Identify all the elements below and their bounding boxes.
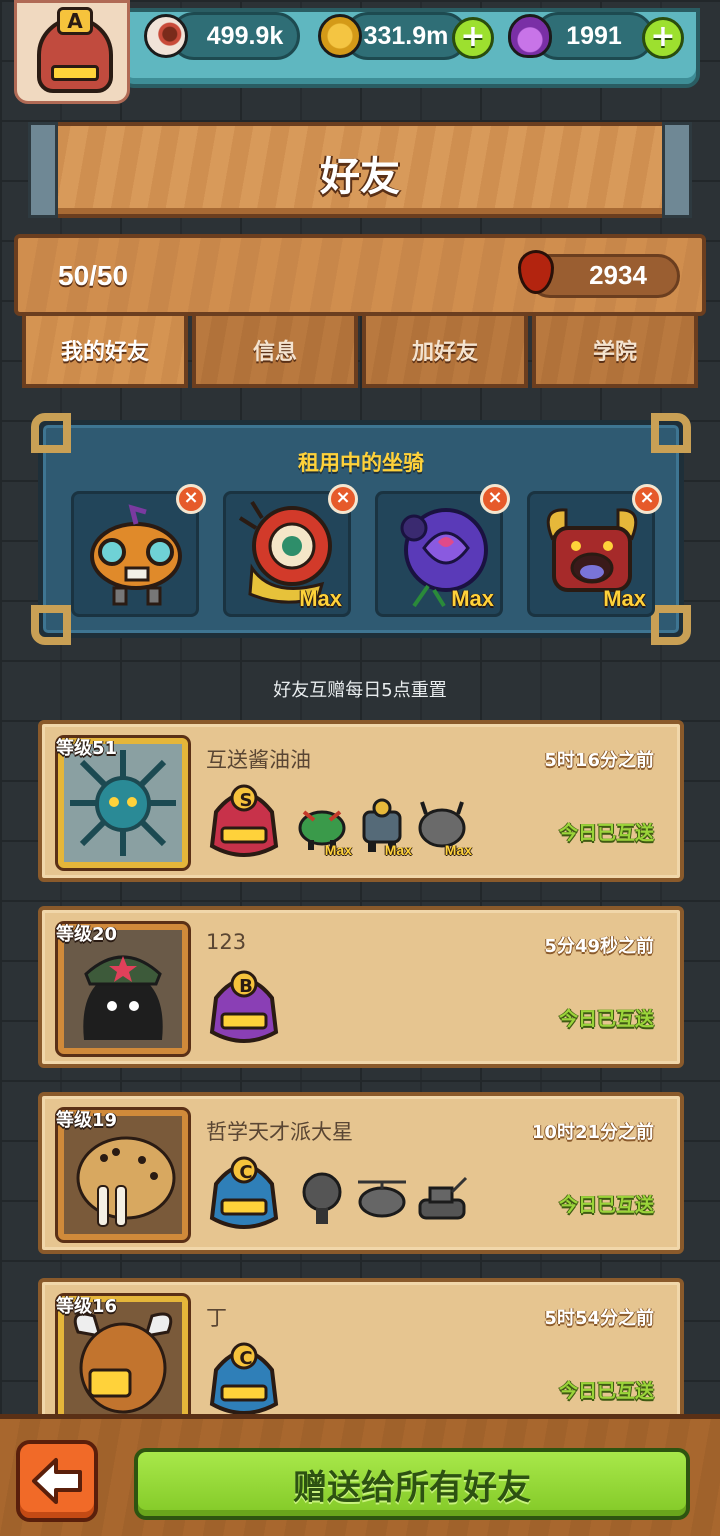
friend-level: 等级16	[56, 1296, 118, 1317]
friend-mount: Max	[294, 798, 352, 858]
friend-grade-letter: C	[239, 1348, 253, 1369]
gift-all-friends-button[interactable]: 赠送给所有好友	[134, 1448, 690, 1520]
potion-count: 1991	[566, 21, 622, 50]
friend-level: 等级51	[56, 738, 118, 759]
panel-corner	[651, 605, 691, 645]
rented-mounts-title: 租用中的坐骑	[298, 451, 424, 475]
eye-count: 499.9k	[206, 21, 284, 50]
tab-my-friends[interactable]: 我的好友	[22, 316, 188, 388]
grey-helicopter-icon	[358, 1180, 406, 1218]
title-plank: 好友	[28, 122, 692, 218]
friend-mount	[354, 1170, 410, 1226]
last-online: 5分49秒之前	[544, 936, 654, 957]
friend-mount	[294, 1170, 350, 1226]
leopard-walrus-icon	[64, 1116, 182, 1234]
friend-grade-letter: S	[239, 790, 253, 811]
tab-add-friend[interactable]: 加好友	[362, 316, 528, 388]
friend-mount: Max	[354, 798, 412, 858]
friend-grade-letter: C	[239, 1162, 253, 1183]
friend-mount: Max	[414, 798, 472, 858]
player-avatar-badge[interactable]: A	[14, 0, 130, 104]
add-coins-button[interactable]: +	[452, 17, 494, 59]
potion-icon	[508, 14, 552, 58]
friend-card[interactable]: 等级19 哲学天才派大星 10时21分之前 C 今日已互送	[38, 1092, 684, 1254]
gift-status: 今日已互送	[558, 1008, 654, 1030]
tab-academy[interactable]: 学院	[532, 316, 698, 388]
grey-tank-icon	[418, 1176, 468, 1220]
player-grade: A	[57, 7, 93, 35]
mount-max-label: Max	[603, 586, 646, 611]
mount-slot-1[interactable]: ×	[71, 484, 206, 617]
potion-counter: 1991	[534, 12, 654, 60]
coin-icon	[318, 14, 362, 58]
last-online: 5时54分之前	[544, 1308, 654, 1329]
soldier-blob-icon	[64, 930, 182, 1048]
friend-mount	[414, 1170, 470, 1226]
friend-level: 等级20	[56, 924, 118, 945]
eyeball-icon	[144, 14, 188, 58]
mount-max-label: Max	[451, 586, 494, 611]
remove-mount-button[interactable]: ×	[632, 484, 662, 514]
remove-mount-button[interactable]: ×	[176, 484, 206, 514]
gift-status: 今日已互送	[558, 822, 654, 844]
pumpkin-robot-icon	[90, 504, 182, 606]
tab-messages[interactable]: 信息	[192, 316, 358, 388]
last-online: 10时21分之前	[531, 1122, 654, 1143]
remove-mount-button[interactable]: ×	[328, 484, 358, 514]
add-potions-button[interactable]: +	[642, 17, 684, 59]
daily-reset-note: 好友互赠每日5点重置	[273, 680, 447, 701]
eye-counter: 499.9k	[170, 12, 300, 60]
mount-max-label: Max	[299, 586, 342, 611]
yak-icon	[64, 1302, 182, 1420]
gift-status: 今日已互送	[558, 1194, 654, 1216]
friend-card[interactable]: 等级51 互送酱油油 5时16分之前 S Max Max Max 今日已互送	[38, 720, 684, 882]
coin-count: 331.9m	[363, 21, 449, 50]
friend-grade-letter: B	[239, 976, 253, 997]
mount-slot-2[interactable]: × Max	[223, 484, 358, 617]
friend-name: 哲学天才派大星	[206, 1120, 353, 1144]
friend-tabs: 我的好友 信息 加好友 学院	[22, 316, 698, 388]
sea-urchin-icon	[64, 744, 182, 862]
friend-name: 互送酱油油	[206, 748, 311, 772]
friend-count: 50/50	[58, 260, 129, 291]
friend-level: 等级19	[56, 1110, 118, 1131]
mount-max-label: Max	[444, 842, 472, 858]
panel-corner	[31, 605, 71, 645]
back-button[interactable]	[16, 1440, 98, 1522]
coin-counter: 331.9m	[344, 12, 468, 60]
friend-name: 123	[206, 930, 247, 954]
teeth-icon	[51, 65, 99, 81]
mount-slot-4[interactable]: × Max	[527, 484, 662, 617]
friend-stats-plank: 50/50 2934	[14, 234, 706, 316]
rented-mounts-panel: 租用中的坐骑 × × Max × Max × Max	[31, 413, 691, 645]
friend-name: 丁	[206, 1306, 227, 1330]
friend-card[interactable]: 等级20 123 5分49秒之前 B 今日已互送	[38, 906, 684, 1068]
grey-tree-icon	[302, 1172, 342, 1224]
last-online: 5时16分之前	[544, 750, 654, 771]
mount-slot-3[interactable]: × Max	[375, 484, 510, 617]
page-title: 好友	[320, 154, 400, 200]
remove-mount-button[interactable]: ×	[480, 484, 510, 514]
arrow-left-icon	[32, 1458, 82, 1504]
gift-status: 今日已互送	[558, 1380, 654, 1402]
mount-max-label: Max	[324, 842, 352, 858]
mount-max-label: Max	[384, 842, 412, 858]
blood-points: 2934	[589, 260, 647, 290]
